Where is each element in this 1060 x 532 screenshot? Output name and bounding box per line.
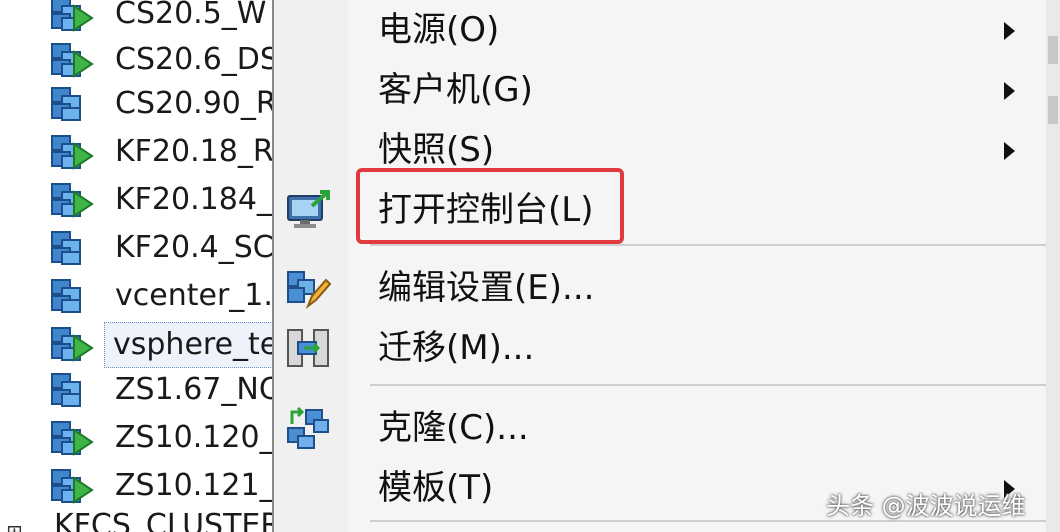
tree-item-vm[interactable]: ZS10.121_ (0, 462, 272, 510)
tree-item-label: CS20.6_DS (115, 42, 272, 77)
menu-item-label: 迁移(M)... (378, 328, 535, 368)
tree-item-label: vcenter_1. (115, 278, 272, 313)
vm-icon (51, 373, 81, 407)
menu-item-power[interactable]: 电源(O) (274, 2, 1060, 58)
menu-item-guest[interactable]: 客户机(G) (274, 62, 1060, 118)
menu-item-label: 电源(O) (378, 10, 500, 50)
vm-icon (51, 231, 81, 265)
vm-running-icon (51, 0, 94, 32)
expand-icon[interactable]: ⊞ (6, 520, 23, 532)
tree-item-label: vsphere_te (104, 322, 272, 368)
watermark-text: 头条 @波波说运维 (826, 492, 1026, 520)
vm-running-icon (51, 469, 94, 504)
menu-separator (370, 244, 1060, 246)
menu-item-label: 客户机(G) (378, 70, 533, 110)
vm-running-icon (51, 327, 94, 362)
inventory-tree: CS20.5_W CS20.6_DS CS20.90_R KF20.18_R KF20.… (0, 0, 272, 532)
menu-separator (370, 384, 1060, 386)
migrate-icon (287, 329, 329, 367)
edge-mark (1048, 36, 1058, 64)
menu-item-label: 编辑设置(E)... (378, 268, 595, 308)
submenu-arrow-icon (1004, 142, 1015, 160)
tree-item-label: ZS10.120_ (115, 420, 272, 455)
tree-item-vm[interactable]: CS20.6_DS (0, 36, 272, 84)
tree-item-label: CS20.90_R (115, 86, 272, 121)
console-monitor-icon (287, 190, 330, 228)
menu-item-clone[interactable]: 克隆(C)... (274, 400, 1060, 456)
vm-running-icon (51, 421, 94, 456)
clone-icon (287, 406, 329, 449)
edge-mark (1048, 96, 1058, 124)
tree-item-vm[interactable]: KF20.184_ (0, 176, 272, 224)
edit-settings-icon (287, 271, 332, 309)
tree-item-label: KF20.18_R (115, 134, 272, 169)
vm-icon (51, 279, 81, 313)
tree-item-label: KFCS_CLUSTER (54, 508, 272, 532)
vm-icon (51, 87, 81, 121)
tree-item-label: ZS10.121_ (115, 468, 272, 503)
tree-item-label: CS20.5_W (115, 0, 267, 31)
background-window-edge (1046, 0, 1060, 532)
menu-item-label: 快照(S) (378, 130, 495, 170)
submenu-arrow-icon (1004, 22, 1015, 40)
tree-item-vm[interactable]: vcenter_1. (0, 272, 272, 320)
tree-item-vm[interactable]: ZS10.120_ (0, 414, 272, 462)
menu-item-edit-settings[interactable]: 编辑设置(E)... (274, 260, 1060, 316)
vm-running-icon (51, 43, 94, 78)
menu-item-migrate[interactable]: 迁移(M)... (274, 320, 1060, 376)
tree-item-vm[interactable]: KF20.4_SC (0, 224, 272, 272)
submenu-arrow-icon (1004, 82, 1015, 100)
tree-item-cluster[interactable]: ⊞ KFCS_CLUSTER (0, 508, 272, 532)
tree-item-label: KF20.184_ (115, 182, 272, 217)
vm-running-icon (51, 135, 94, 170)
menu-item-label: 克隆(C)... (378, 408, 529, 448)
annotation-highlight-box (356, 168, 624, 244)
tree-item-vm[interactable]: ZS1.67_NC (0, 366, 272, 414)
tree-item-vm[interactable]: CS20.5_W (0, 0, 272, 38)
tree-item-label: KF20.4_SC (115, 230, 272, 265)
context-menu: 电源(O) 客户机(G) 快照(S) 打开控制台(L) 编辑设置(E)... 迁… (274, 0, 1060, 532)
vm-running-icon (51, 183, 94, 218)
tree-item-label: ZS1.67_NC (115, 372, 272, 407)
tree-item-vm[interactable]: vsphere_te (0, 320, 272, 368)
tree-item-vm[interactable]: KF20.18_R (0, 128, 272, 176)
tree-item-vm[interactable]: CS20.90_R (0, 80, 272, 128)
menu-item-label: 模板(T) (378, 468, 494, 508)
